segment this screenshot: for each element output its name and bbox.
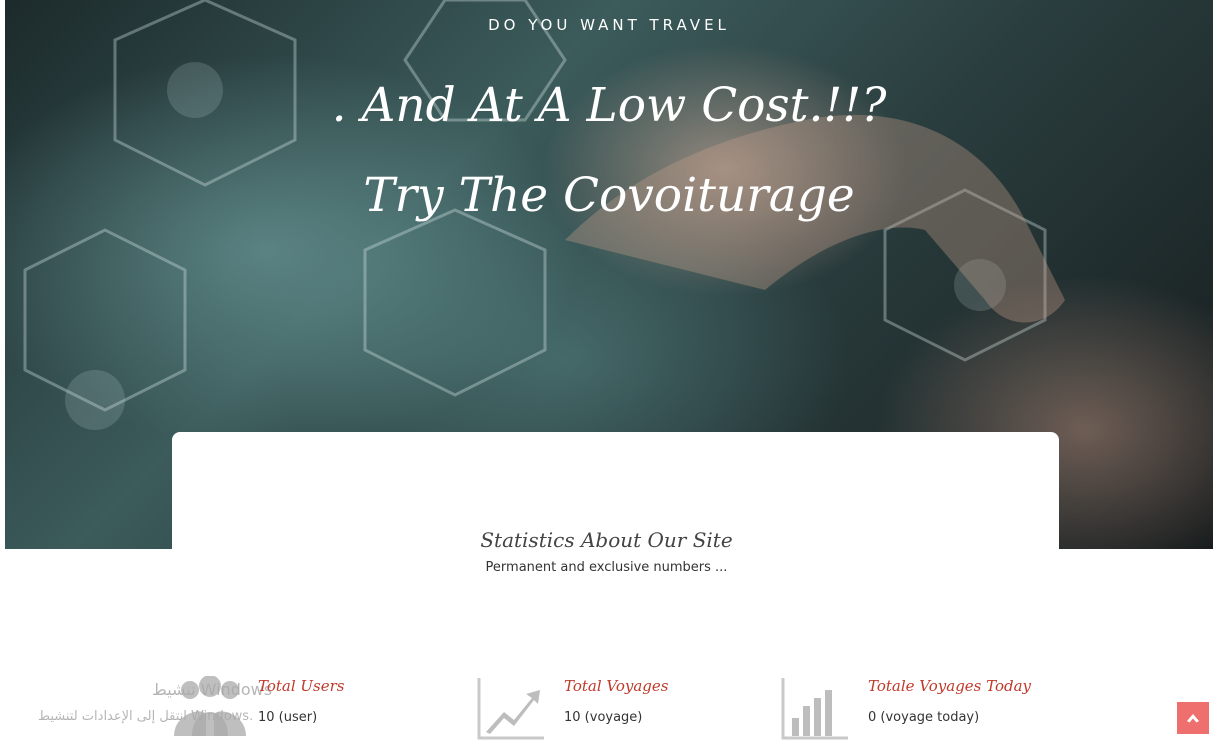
stat-voyages-today: Totale Voyages Today 0 (voyage today): [780, 672, 1080, 740]
trending-up-icon: [477, 678, 544, 740]
stats-subtitle: Permanent and exclusive numbers ...: [485, 560, 728, 575]
users-icon: [174, 676, 246, 736]
hero-headline-line1: . And At A Low Cost.!!?: [331, 78, 887, 133]
stat-title: Totale Voyages Today: [868, 677, 1032, 695]
stat-title: Total Users: [258, 677, 345, 695]
stat-total-users: Total Users 10 (user): [170, 672, 430, 740]
stat-total-voyages: Total Voyages 10 (voyage): [476, 672, 736, 740]
stat-title: Total Voyages: [564, 677, 669, 695]
hero-headline-line2: Try The Covoiturage: [363, 168, 855, 223]
stat-value: 0 (voyage today): [868, 710, 980, 725]
bar-chart-icon: [781, 678, 848, 740]
hero-kicker: DO YOU WANT TRAVEL: [488, 16, 730, 34]
stat-value: 10 (user): [258, 710, 318, 725]
stat-value: 10 (voyage): [564, 710, 643, 725]
chevron-up-icon: [1187, 714, 1199, 723]
scroll-to-top-button[interactable]: [1177, 702, 1209, 734]
stats-title: Statistics About Our Site: [480, 528, 733, 552]
